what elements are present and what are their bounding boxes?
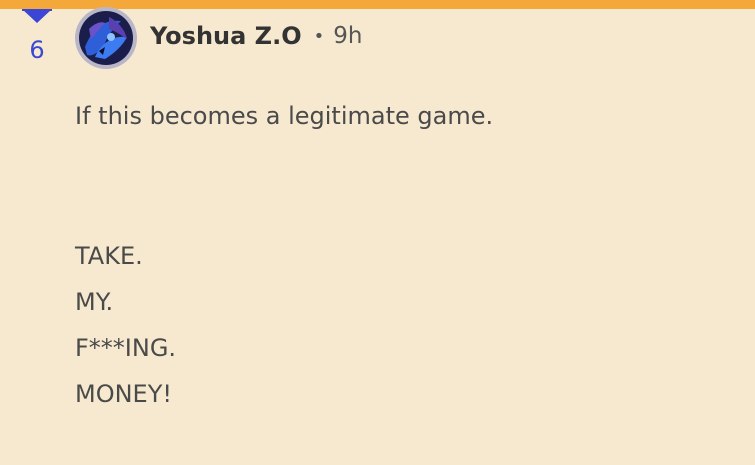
user-avatar[interactable] (75, 7, 137, 69)
comment-timestamp: 9h (333, 23, 363, 49)
comment-meta: Yoshua Z.O • 9h (150, 18, 362, 54)
comment-body-line: F***ING. (75, 334, 177, 362)
comment-body-line: MY. (75, 288, 114, 316)
comment-body-line: TAKE. (75, 242, 143, 270)
vote-column: 6 (18, 0, 58, 70)
username-link[interactable]: Yoshua Z.O (150, 22, 302, 50)
downvote-arrow-icon[interactable] (22, 9, 52, 23)
comment-body-line: MONEY! (75, 380, 172, 408)
avatar-image-icon (75, 7, 137, 69)
comment-body-line: If this becomes a legitimate game. (75, 102, 494, 130)
vote-score: 6 (29, 36, 45, 64)
meta-separator: • (313, 25, 325, 47)
